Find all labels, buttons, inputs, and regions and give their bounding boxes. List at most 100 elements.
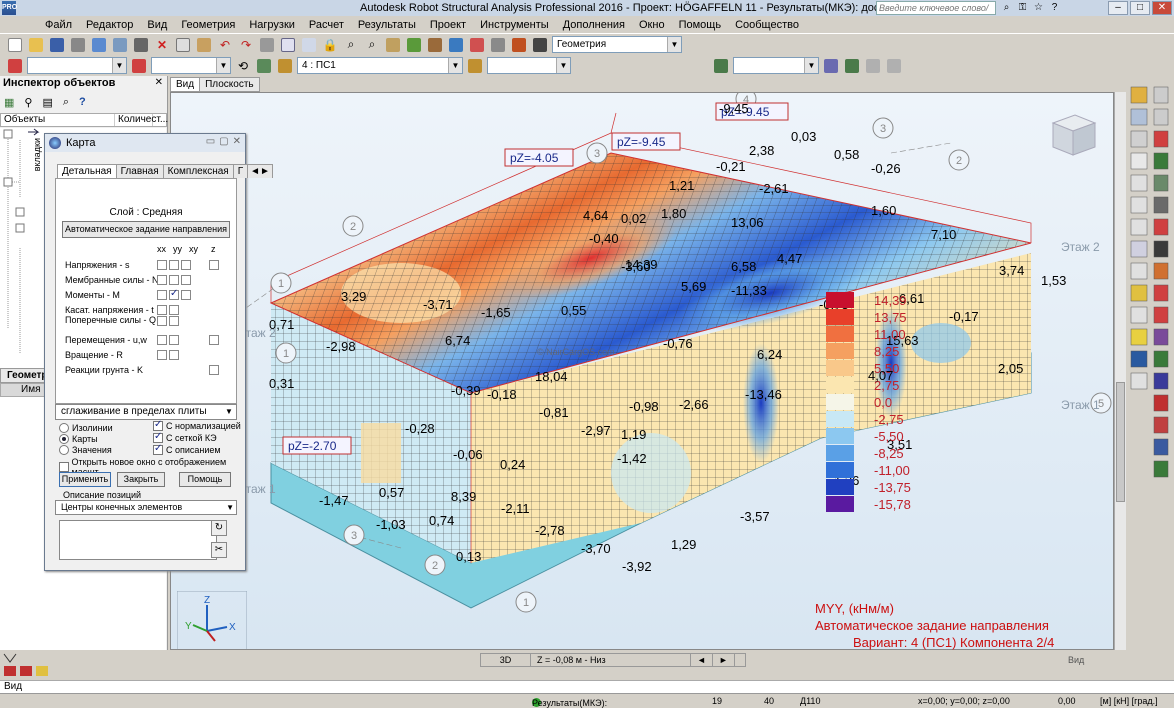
load-case-select[interactable]: 4 : ПС1 ▼	[297, 57, 463, 74]
open-icon[interactable]	[27, 36, 45, 54]
mode-select[interactable]: ▼	[487, 57, 571, 74]
shear-stress-yy-checkbox[interactable]	[169, 305, 179, 315]
calculator-icon[interactable]	[258, 36, 276, 54]
shear-force-yy-checkbox[interactable]	[169, 316, 179, 326]
search-icon[interactable]: ⌕	[63, 96, 69, 109]
normalize-option[interactable]: С нормализацией	[153, 419, 241, 431]
screen-capture-icon[interactable]	[111, 36, 129, 54]
displacement-yy-checkbox[interactable]	[169, 335, 179, 345]
paste-icon[interactable]	[195, 36, 213, 54]
chevron-down-icon[interactable]: ▼	[216, 58, 230, 73]
display-settings-icon[interactable]	[885, 57, 903, 75]
description-option[interactable]: С описанием	[153, 443, 221, 455]
menu-addins[interactable]: Дополнения	[556, 19, 632, 31]
view-cube-icon[interactable]	[1043, 105, 1103, 165]
measure-icon[interactable]	[384, 36, 402, 54]
chevron-down-icon[interactable]: ▼	[222, 405, 236, 419]
chevron-down-icon[interactable]: ▼	[556, 58, 570, 73]
open-new-window-checkbox[interactable]	[59, 462, 69, 472]
stresses-xx-checkbox[interactable]	[157, 260, 167, 270]
chevron-down-icon[interactable]: ▼	[448, 58, 462, 73]
chevron-down-icon[interactable]: ▼	[112, 58, 126, 73]
right-toolbar-icons[interactable]	[1126, 77, 1174, 650]
menu-geometry[interactable]: Геометрия	[174, 19, 242, 31]
select-bar-icon[interactable]	[130, 57, 148, 75]
lock-icon[interactable]: 🔒	[321, 36, 339, 54]
menu-analysis[interactable]: Расчет	[302, 19, 351, 31]
settings-icon[interactable]	[489, 36, 507, 54]
help-search-input[interactable]: Введите ключевое слово/фразу	[876, 1, 996, 25]
scroll-right-icon[interactable]: ►	[713, 654, 735, 666]
values-radio[interactable]	[59, 445, 69, 455]
objects-column[interactable]: Объекты	[1, 114, 115, 126]
menu-results[interactable]: Результаты	[351, 19, 423, 31]
redo-icon[interactable]: ↷	[237, 36, 255, 54]
maximize-button[interactable]: □	[1130, 1, 1150, 15]
case-icon[interactable]	[276, 57, 294, 75]
close-icon[interactable]: ✕	[155, 77, 163, 88]
3d-viewport[interactable]: 4 3 3 2 1 2 3 2 1 1 5 Этаж 2 Этаж 1 Этаж…	[170, 92, 1114, 650]
moments-xx-checkbox[interactable]	[157, 290, 167, 300]
scroll-left-icon[interactable]: ◄	[691, 654, 713, 666]
delete-icon[interactable]: ✕	[153, 36, 171, 54]
view-icon[interactable]	[822, 57, 840, 75]
wrench-icon[interactable]	[510, 36, 528, 54]
tab-view[interactable]: Вид	[170, 77, 201, 92]
grid-icon[interactable]	[300, 36, 318, 54]
menu-help[interactable]: Помощь	[672, 19, 729, 31]
case-next-icon[interactable]	[466, 57, 484, 75]
app-icon[interactable]: PRO	[2, 1, 17, 15]
menu-community[interactable]: Сообщество	[728, 19, 806, 31]
stresses-yy-checkbox[interactable]	[169, 260, 179, 270]
moments-xy-checkbox[interactable]	[181, 290, 191, 300]
apply-button[interactable]: Применить	[59, 472, 111, 487]
node-selection-input[interactable]: ▼	[27, 57, 127, 74]
chevron-down-icon[interactable]: ▼	[226, 501, 234, 514]
zoom-window-icon[interactable]: ⌕	[363, 36, 381, 54]
tab-detailed[interactable]: Детальная	[57, 164, 117, 178]
isolines-radio[interactable]	[59, 423, 69, 433]
close-button[interactable]: ✕	[233, 136, 241, 147]
fe-mesh-option[interactable]: С сеткой КЭ	[153, 431, 217, 443]
menu-project[interactable]: Проект	[423, 19, 473, 31]
positions-select[interactable]: Центры конечных элементов ▼	[55, 500, 237, 515]
shear-stress-xx-checkbox[interactable]	[157, 305, 167, 315]
display-icon[interactable]	[255, 57, 273, 75]
tree-icon[interactable]: ▦	[4, 96, 14, 109]
displacement-z-checkbox[interactable]	[209, 335, 219, 345]
vertical-scrollbar[interactable]	[1114, 92, 1126, 650]
zoom-icon[interactable]: ⌕	[342, 36, 360, 54]
structure-select[interactable]: ▼	[733, 57, 819, 74]
command-line[interactable]: Вид	[0, 680, 1174, 693]
menu-view[interactable]: Вид	[140, 19, 174, 31]
chevron-down-icon[interactable]: ▼	[667, 37, 681, 52]
model-icon[interactable]	[447, 36, 465, 54]
tab-complex[interactable]: Комплексная	[162, 164, 234, 178]
attributes-icon[interactable]	[843, 57, 861, 75]
bar-selection-input[interactable]: ▼	[151, 57, 231, 74]
maximize-button[interactable]: ▢	[219, 136, 228, 147]
table-icon[interactable]	[279, 36, 297, 54]
key-icon[interactable]: ⚿	[1016, 1, 1029, 14]
tab-plane[interactable]: Плоскость	[199, 77, 260, 92]
stresses-z-checkbox[interactable]	[209, 260, 219, 270]
tab-main[interactable]: Главная	[115, 164, 164, 178]
book-icon[interactable]	[90, 36, 108, 54]
save-icon[interactable]	[48, 36, 66, 54]
copy-icon[interactable]	[174, 36, 192, 54]
view-z-level[interactable]: Z = -0,08 м - Низ	[531, 654, 691, 666]
filter-icon[interactable]: ⟲	[234, 57, 252, 75]
menu-file[interactable]: Файл	[38, 19, 79, 31]
structure-type-icon[interactable]	[712, 57, 730, 75]
smoothing-select[interactable]: сглаживание в пределах плиты ▼	[55, 404, 237, 420]
rotation-xx-checkbox[interactable]	[157, 350, 167, 360]
layout-select[interactable]: Геометрия ▼	[552, 36, 682, 53]
dimension-icon[interactable]	[405, 36, 423, 54]
maps-option[interactable]: Карты	[59, 434, 98, 444]
snap-icon[interactable]	[864, 57, 882, 75]
description-checkbox[interactable]	[153, 443, 163, 455]
maps-radio[interactable]	[59, 434, 69, 444]
menu-tools[interactable]: Инструменты	[473, 19, 556, 31]
layout-icon[interactable]	[531, 36, 549, 54]
refresh-icon[interactable]: ↻	[211, 520, 227, 536]
